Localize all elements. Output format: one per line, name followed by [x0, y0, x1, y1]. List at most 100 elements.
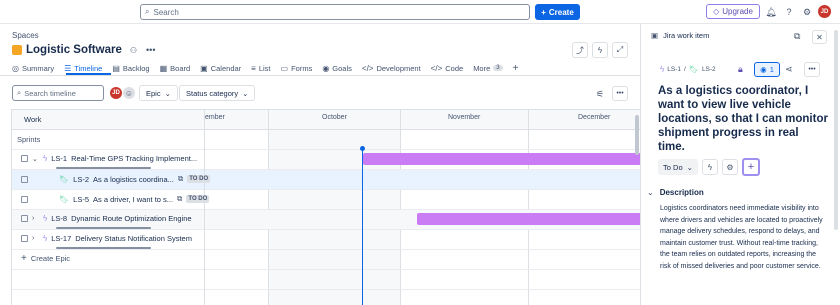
close-icon[interactable]: ✕: [812, 30, 827, 44]
issue-key[interactable]: LS-1: [51, 154, 67, 163]
notifications-bell-icon[interactable]: 🔔︎: [765, 6, 777, 18]
share-icon[interactable]: ⤴: [572, 42, 588, 58]
issue-key[interactable]: LS-8: [51, 214, 67, 223]
tab-divider: [0, 75, 640, 76]
automation-icon[interactable]: ϟ: [702, 159, 718, 175]
unassigned-avatar-icon[interactable]: ☺: [123, 87, 135, 99]
plus-icon: +: [512, 62, 519, 74]
tab-development[interactable]: </> Development: [362, 62, 421, 74]
breadcrumb: ϟ LS-1 / 🔖︎ LS-2: [660, 65, 716, 74]
tab-calendar[interactable]: ▣ Calendar: [200, 62, 241, 74]
row-checkbox[interactable]: [21, 155, 28, 162]
timeline-bar-ls-8[interactable]: [417, 213, 640, 225]
row-checkbox[interactable]: [21, 235, 28, 242]
epic-row-ls-8[interactable]: › ϟ LS-8 Dynamic Route Optimization Engi…: [21, 214, 192, 223]
more-options-icon[interactable]: •••: [804, 62, 820, 77]
panel-scrollbar[interactable]: [834, 30, 838, 230]
issue-title[interactable]: Delivery Status Notification System: [75, 234, 192, 243]
assignee-avatar[interactable]: JD: [110, 87, 122, 99]
today-marker-dot: [360, 146, 365, 151]
settings-gear-icon[interactable]: ⚙: [801, 6, 813, 18]
issue-title[interactable]: Real-Time GPS Tracking Implement...: [71, 154, 197, 163]
row-checkbox[interactable]: [21, 175, 28, 183]
story-icon: 🔖︎: [59, 194, 70, 204]
grid-scrollbar[interactable]: [635, 115, 639, 155]
breadcrumb-child[interactable]: LS-2: [702, 66, 716, 73]
description-section-header[interactable]: ⌄ Description: [647, 188, 704, 197]
fullscreen-icon[interactable]: ⤢: [612, 42, 628, 58]
breadcrumb-spaces[interactable]: Spaces: [12, 31, 39, 40]
timeline-bar-ls-1[interactable]: [363, 153, 640, 165]
today-marker-line: [362, 146, 363, 305]
automation-icon[interactable]: ϟ: [592, 42, 608, 58]
status-badge[interactable]: TO DO: [186, 195, 210, 203]
issue-key[interactable]: LS-17: [51, 234, 71, 243]
globe-icon: ◎: [12, 63, 19, 73]
open-in-new-icon[interactable]: ⧉: [794, 31, 800, 42]
tab-label: Timeline: [74, 63, 103, 73]
issue-title[interactable]: As a logistics coordina...: [93, 175, 174, 184]
timeline-icon: ☰: [64, 63, 72, 73]
story-row-ls-2[interactable]: 🔖︎ LS-2 As a logistics coordina... ⧉ TO …: [21, 174, 211, 184]
issue-title[interactable]: Dynamic Route Optimization Engine: [71, 214, 191, 223]
help-icon[interactable]: ?: [783, 6, 795, 18]
issue-key[interactable]: LS-5: [73, 195, 89, 204]
description-text[interactable]: Logistics coordinators need immediate vi…: [660, 203, 825, 272]
settings-icon[interactable]: ⚙: [722, 159, 738, 175]
lock-icon[interactable]: 🔒︎: [738, 64, 743, 75]
chevron-right-icon[interactable]: ›: [32, 215, 39, 222]
status-category-dropdown[interactable]: Status category ⌄: [179, 85, 256, 101]
tab-backlog[interactable]: ▤ Backlog: [112, 62, 149, 74]
epic-icon: ϟ: [43, 214, 48, 223]
breadcrumb-parent[interactable]: LS-1: [667, 66, 681, 73]
watch-button[interactable]: ◉ 1: [754, 62, 780, 77]
tab-list[interactable]: ≡ List: [251, 62, 270, 74]
team-icon[interactable]: ⚇: [130, 46, 137, 55]
more-options-icon[interactable]: •••: [612, 86, 628, 101]
issue-title[interactable]: As a driver, I want to s...: [93, 195, 173, 204]
tab-code[interactable]: </> Code: [431, 62, 464, 74]
tab-more[interactable]: More 3: [473, 62, 503, 74]
epic-row-ls-1[interactable]: ⌄ ϟ LS-1 Real-Time GPS Tracking Implemen…: [21, 154, 197, 163]
status-dropdown[interactable]: To Do ⌄: [658, 159, 698, 175]
chevron-right-icon[interactable]: ›: [32, 235, 39, 242]
tab-forms[interactable]: ▭ Forms: [281, 62, 313, 74]
create-button[interactable]: + Create: [535, 4, 580, 20]
tab-board[interactable]: ▦ Board: [160, 62, 191, 74]
view-settings-icon[interactable]: ⚟: [593, 87, 607, 101]
timeline-search-input[interactable]: ⌕ Search timeline: [12, 85, 104, 101]
search-placeholder: Search: [153, 7, 179, 17]
user-avatar[interactable]: JD: [818, 5, 831, 18]
story-row-ls-5[interactable]: 🔖︎ LS-5 As a driver, I want to s... ⧉ TO…: [21, 194, 210, 204]
forms-icon: ▭: [280, 63, 289, 73]
epic-filter-dropdown[interactable]: Epic ⌄: [139, 85, 178, 101]
row-checkbox[interactable]: [21, 215, 28, 222]
description-heading: Description: [659, 188, 704, 197]
epic-icon: ϟ: [660, 65, 665, 74]
tab-goals[interactable]: ◉ Goals: [322, 62, 352, 74]
more-actions-icon[interactable]: •••: [146, 45, 155, 55]
add-button[interactable]: +: [742, 158, 760, 176]
issue-key[interactable]: LS-2: [73, 175, 89, 184]
epic-icon: ϟ: [43, 234, 48, 243]
global-search-input[interactable]: ⌕ Search: [140, 4, 530, 20]
row-checkbox[interactable]: [21, 195, 28, 203]
status-badge[interactable]: TO DO: [187, 175, 211, 183]
month-label: November: [448, 114, 481, 121]
tab-label: Forms: [291, 63, 313, 73]
chevron-down-icon[interactable]: ⌄: [32, 155, 39, 163]
upgrade-button[interactable]: ◇ Upgrade: [706, 4, 760, 19]
share-icon[interactable]: ⋖: [785, 64, 793, 75]
search-icon: ⌕: [145, 7, 150, 16]
story-icon: 🔖︎: [59, 174, 70, 184]
create-epic-button[interactable]: + Create Epic: [21, 253, 70, 264]
chevron-down-icon: ⌄: [686, 162, 693, 172]
add-tab-button[interactable]: +: [513, 62, 519, 74]
panel-header: ▣ Jira work item: [651, 31, 709, 40]
epic-row-ls-17[interactable]: › ϟ LS-17 Delivery Status Notification S…: [21, 234, 192, 243]
more-count-badge: 3: [493, 65, 503, 71]
work-item-title[interactable]: As a logistics coordinator, I want to vi…: [658, 84, 828, 154]
child-issues-icon: ⧉: [177, 174, 184, 183]
tab-summary[interactable]: ◎ Summary: [12, 62, 54, 74]
tab-label: List: [258, 63, 271, 73]
